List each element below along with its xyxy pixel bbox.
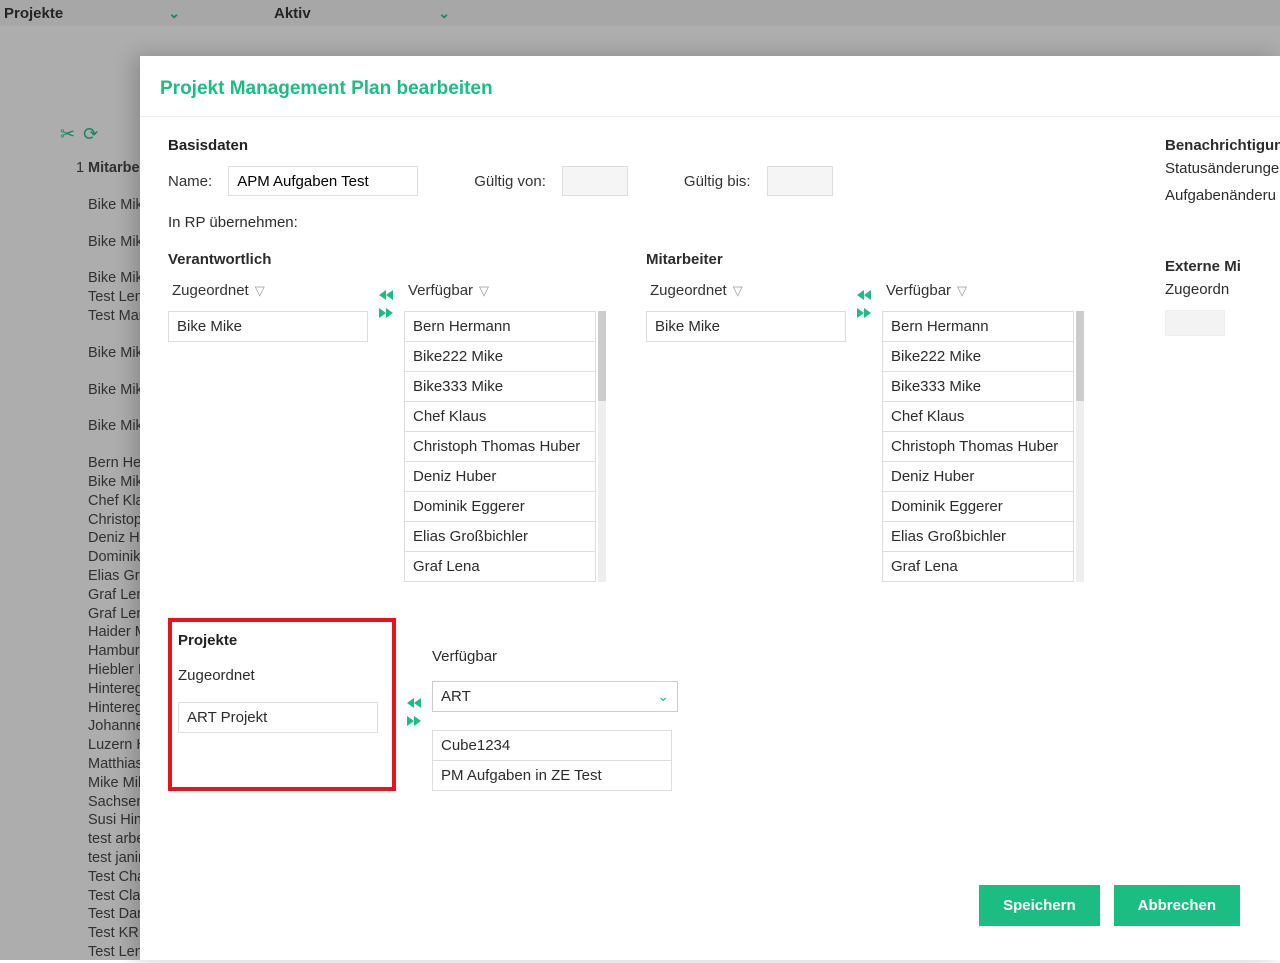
- m-available-label: Verfügbar: [886, 282, 951, 299]
- valid-from-input[interactable]: [562, 166, 628, 196]
- v-available-label: Verfügbar: [408, 282, 473, 299]
- list-item[interactable]: Chef Klaus: [882, 402, 1074, 432]
- list-item[interactable]: Christoph Thomas Huber: [882, 432, 1074, 462]
- list-item[interactable]: Bike Mike: [168, 311, 368, 342]
- cancel-button[interactable]: Abbrechen: [1114, 885, 1240, 926]
- p-available-list: Cube1234PM Aufgaben in ZE Test: [432, 730, 672, 791]
- chevron-down-icon: ⌄: [657, 688, 669, 705]
- m-assigned-label: Zugeordnet: [650, 282, 727, 299]
- verantwortlich-heading: Verantwortlich: [168, 251, 596, 268]
- p-arrows: [402, 618, 426, 791]
- filter-icon[interactable]: ▽: [957, 283, 967, 299]
- move-left-all-icon[interactable]: [406, 696, 422, 710]
- name-input[interactable]: [228, 166, 418, 196]
- v-available-list: Bern HermannBike222 MikeBike333 MikeChef…: [404, 311, 596, 582]
- verantwortlich-panel: Verantwortlich Zugeordnet ▽ Bike Mike Ver…: [168, 251, 596, 582]
- list-item[interactable]: Bike333 Mike: [882, 372, 1074, 402]
- valid-from-label: Gültig von:: [474, 173, 546, 190]
- list-item[interactable]: Bike Mike: [646, 311, 846, 342]
- modal-title: Projekt Management Plan bearbeiten: [140, 56, 1280, 116]
- list-item[interactable]: Bike222 Mike: [882, 342, 1074, 372]
- basis-heading: Basisdaten: [168, 137, 1280, 154]
- m-assigned-list: Bike Mike: [646, 311, 846, 342]
- filter-icon[interactable]: ▽: [733, 283, 743, 299]
- move-left-all-icon[interactable]: [856, 288, 872, 302]
- notif-line-status: Statusänderunge: [1165, 160, 1280, 177]
- notifications-column: Benachrichtigung Statusänderunge Aufgabe…: [1165, 137, 1280, 336]
- list-item[interactable]: Cube1234: [432, 730, 672, 761]
- move-left-all-icon[interactable]: [378, 288, 394, 302]
- externe-heading: Externe Mi: [1165, 258, 1280, 275]
- projekte-assigned-frame: Projekte Zugeordnet ART Projekt: [168, 618, 396, 791]
- list-item[interactable]: ART Projekt: [178, 702, 378, 733]
- project-group-value: ART: [441, 688, 471, 705]
- filter-icon[interactable]: ▽: [255, 283, 265, 299]
- list-item[interactable]: Dominik Eggerer: [882, 492, 1074, 522]
- list-item[interactable]: PM Aufgaben in ZE Test: [432, 761, 672, 791]
- project-group-select[interactable]: ART ⌄: [432, 681, 678, 712]
- list-item[interactable]: Bern Hermann: [882, 311, 1074, 342]
- mitarbeiter-heading: Mitarbeiter: [646, 251, 1074, 268]
- list-item[interactable]: Bike333 Mike: [404, 372, 596, 402]
- externe-input[interactable]: [1165, 310, 1225, 336]
- notif-heading: Benachrichtigung: [1165, 137, 1280, 154]
- filter-icon[interactable]: ▽: [479, 283, 489, 299]
- projekte-heading: Projekte: [178, 632, 386, 649]
- list-item[interactable]: Elias Großbichler: [404, 522, 596, 552]
- list-item[interactable]: Deniz Huber: [882, 462, 1074, 492]
- list-item[interactable]: Christoph Thomas Huber: [404, 432, 596, 462]
- externe-assigned-label: Zugeordn: [1165, 281, 1280, 298]
- valid-to-input[interactable]: [767, 166, 833, 196]
- m-available-list: Bern HermannBike222 MikeBike333 MikeChef…: [882, 311, 1074, 582]
- list-item[interactable]: Chef Klaus: [404, 402, 596, 432]
- list-item[interactable]: Bern Hermann: [404, 311, 596, 342]
- list-item[interactable]: Graf Lena: [404, 552, 596, 582]
- save-button[interactable]: Speichern: [979, 885, 1100, 926]
- mitarbeiter-panel: Mitarbeiter Zugeordnet ▽ Bike Mike Verfüg…: [646, 251, 1074, 582]
- list-item[interactable]: Elias Großbichler: [882, 522, 1074, 552]
- notif-line-tasks: Aufgabenänderu: [1165, 187, 1280, 204]
- p-assigned-list: ART Projekt: [178, 702, 378, 733]
- v-assigned-list: Bike Mike: [168, 311, 368, 342]
- m-arrows: [852, 282, 876, 582]
- list-item[interactable]: Deniz Huber: [404, 462, 596, 492]
- p-assigned-label: Zugeordnet: [178, 667, 386, 684]
- p-available-label: Verfügbar: [432, 648, 678, 665]
- move-right-all-icon[interactable]: [378, 306, 394, 320]
- rp-label: In RP übernehmen:: [168, 214, 298, 231]
- move-right-all-icon[interactable]: [856, 306, 872, 320]
- scrollbar-thumb[interactable]: [1076, 311, 1084, 401]
- valid-to-label: Gültig bis:: [684, 173, 751, 190]
- list-item[interactable]: Dominik Eggerer: [404, 492, 596, 522]
- v-arrows: [374, 282, 398, 582]
- edit-pmp-modal: Projekt Management Plan bearbeiten Basis…: [140, 56, 1280, 960]
- list-item[interactable]: Graf Lena: [882, 552, 1074, 582]
- v-assigned-label: Zugeordnet: [172, 282, 249, 299]
- list-item[interactable]: Bike222 Mike: [404, 342, 596, 372]
- name-label: Name:: [168, 173, 212, 190]
- move-right-all-icon[interactable]: [406, 714, 422, 728]
- scrollbar-thumb[interactable]: [598, 311, 606, 401]
